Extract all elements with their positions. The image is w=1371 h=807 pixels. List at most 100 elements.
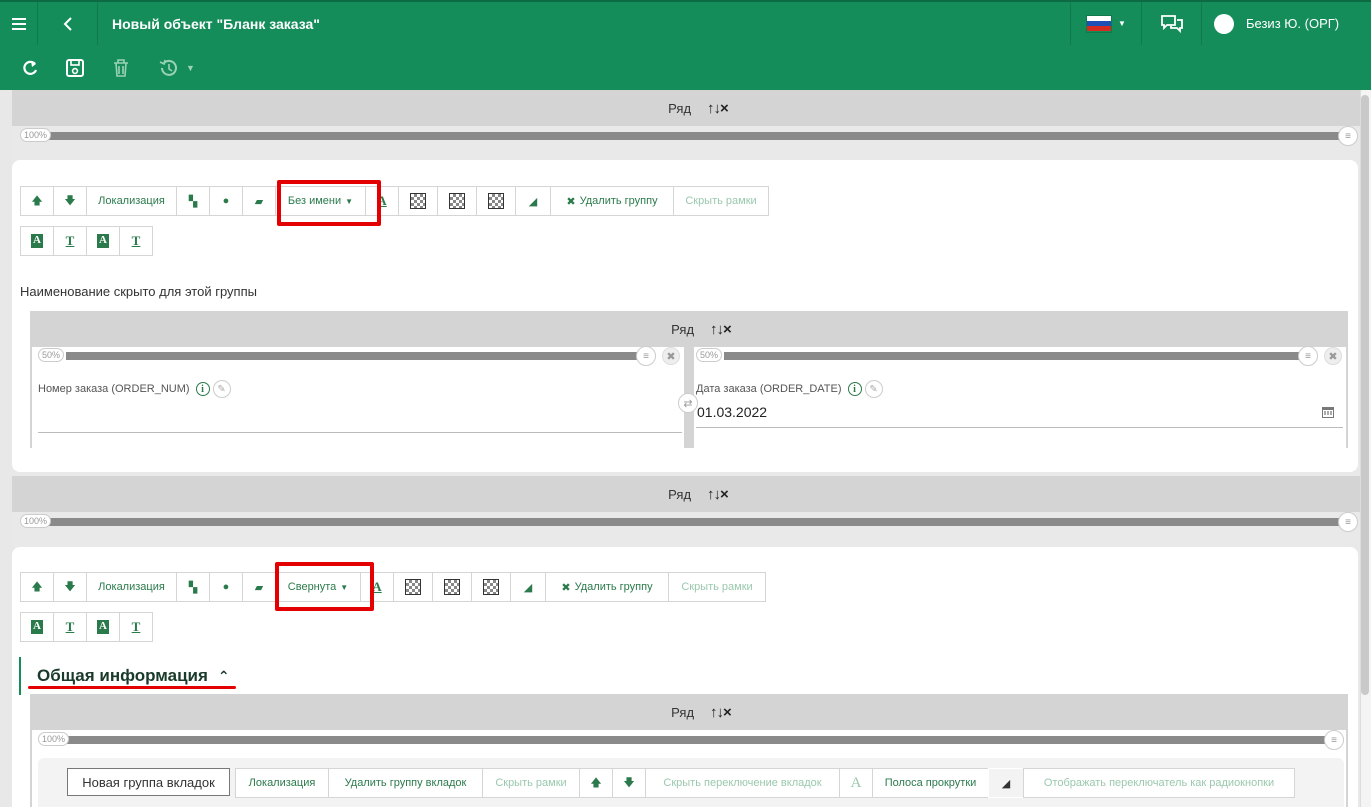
order-date-field[interactable]: Дата заказа (ORDER_DATE) i ✎ (696, 380, 883, 398)
info-icon[interactable]: ● (209, 572, 243, 602)
list-settings-icon[interactable]: ≡ (1338, 126, 1358, 146)
swap-columns-icon[interactable]: ⇄ (678, 393, 698, 413)
row-move-delete-icons[interactable]: ↑↓× (707, 100, 729, 117)
move-up-icon[interactable]: 🡅 (20, 186, 54, 216)
close-icon: ✖ (566, 195, 576, 208)
list-settings-icon[interactable]: ≡ (1298, 346, 1318, 366)
title-bold-box-icon[interactable]: A (20, 612, 54, 642)
user-menu[interactable]: Безиз Ю. (ОРГ) (1202, 2, 1371, 45)
edit-icon[interactable]: ✎ (864, 380, 883, 398)
subtitle-text-icon[interactable]: T (119, 226, 153, 256)
lock-icon[interactable]: ▰ (242, 572, 276, 602)
group-toolbar: 🡅 🡇 Локализация ▚ ● ▰ Свернута ▼ A ◢ ✖ Уда… (20, 572, 766, 602)
binoculars-icon[interactable]: ▚ (176, 572, 210, 602)
remove-column-icon[interactable]: ✖ (662, 347, 680, 365)
border-transparent-icon[interactable] (437, 186, 477, 216)
info-icon[interactable]: i (847, 382, 862, 396)
back-icon[interactable] (38, 2, 98, 45)
chat-icon[interactable] (1142, 2, 1202, 45)
text-format-toolbar: A T A T (20, 226, 153, 256)
order-date-label: Дата заказа (ORDER_DATE) (696, 383, 842, 395)
info-icon[interactable]: i (195, 382, 210, 396)
title-bold-box-icon[interactable]: A (20, 226, 54, 256)
close-icon: ✖ (561, 581, 571, 594)
order-date-value[interactable]: 01.03.2022 (697, 404, 767, 420)
binoculars-icon[interactable]: ▚ (176, 186, 210, 216)
eraser-icon[interactable]: ◢ (510, 572, 546, 602)
delete-tab-group-button[interactable]: Удалить группу вкладок (328, 768, 483, 798)
scroll-thumb[interactable] (1361, 95, 1369, 695)
localization-button[interactable]: Локализация (235, 768, 329, 798)
highlight-underline (28, 686, 236, 689)
menu-icon[interactable] (0, 2, 38, 45)
column-width-slider[interactable]: 100% ≡ (38, 730, 1344, 750)
background-transparent-icon[interactable] (398, 186, 438, 216)
eraser-icon[interactable]: ◢ (515, 186, 551, 216)
width-track[interactable] (724, 352, 1308, 360)
refresh-icon[interactable] (19, 57, 41, 79)
russia-flag-icon (1086, 14, 1113, 33)
edit-icon[interactable]: ✎ (212, 380, 231, 398)
order-num-field[interactable]: Номер заказа (ORDER_NUM) i ✎ (38, 380, 231, 398)
hide-tab-switch-button[interactable]: Скрыть переключение вкладок (645, 768, 840, 798)
subtitle-text-icon[interactable]: T (119, 612, 153, 642)
info-icon[interactable]: ● (209, 186, 243, 216)
move-up-icon[interactable]: 🡅 (579, 768, 613, 798)
radio-switch-button[interactable]: Отображать переключатель как радиокнопки (1023, 768, 1295, 798)
move-up-icon[interactable]: 🡅 (20, 572, 54, 602)
title-text-icon[interactable]: T (53, 612, 87, 642)
new-tab-group-button[interactable]: Новая группа вкладок (67, 768, 230, 796)
localization-button[interactable]: Локализация (86, 572, 177, 602)
order-date-input[interactable] (696, 427, 1343, 428)
move-down-icon[interactable]: 🡇 (612, 768, 646, 798)
remove-column-icon[interactable]: ✖ (1324, 347, 1342, 365)
header-transparent-icon[interactable] (471, 572, 511, 602)
subtitle-bold-box-icon[interactable]: A (86, 226, 120, 256)
row-move-delete-icons[interactable]: ↑↓× (710, 321, 732, 338)
scrollbar-toggle-button[interactable]: Полоса прокрутки (872, 768, 989, 798)
highlight-box (275, 562, 374, 611)
row-label: Ряд (668, 486, 692, 502)
column-width-slider[interactable]: 100% ≡ (20, 512, 1358, 532)
chevron-up-icon[interactable]: ⌃ (218, 668, 230, 685)
list-settings-icon[interactable]: ≡ (636, 346, 656, 366)
width-track[interactable] (66, 352, 646, 360)
hide-borders-button[interactable]: Скрыть рамки (673, 186, 769, 216)
width-track[interactable] (48, 132, 1342, 140)
subtitle-bold-box-icon[interactable]: A (86, 612, 120, 642)
history-icon[interactable]: ▼ (158, 57, 202, 79)
move-down-icon[interactable]: 🡇 (53, 572, 87, 602)
width-track[interactable] (66, 736, 1328, 744)
group-title[interactable]: Общая информация ⌃ (19, 657, 230, 695)
text-color-icon[interactable]: A (839, 768, 873, 798)
list-settings-icon[interactable]: ≡ (1338, 512, 1358, 532)
header-transparent-icon[interactable] (476, 186, 516, 216)
width-percent: 50% (38, 348, 65, 362)
hide-borders-button[interactable]: Скрыть рамки (482, 768, 580, 798)
eraser-icon[interactable]: ◢ (988, 768, 1024, 798)
delete-group-button[interactable]: ✖ Удалить группу (545, 572, 669, 602)
delete-group-label: Удалить группу (574, 581, 653, 593)
delete-icon[interactable] (110, 57, 132, 79)
highlight-box (277, 180, 381, 226)
width-track[interactable] (48, 518, 1342, 526)
column-width-slider[interactable]: 100% ≡ (20, 126, 1358, 146)
delete-group-button[interactable]: ✖ Удалить группу (550, 186, 674, 216)
chevron-down-icon: ▼ (1118, 19, 1126, 28)
column-width-slider[interactable]: 50% ≡ ✖ (38, 346, 682, 366)
save-icon[interactable] (64, 57, 86, 79)
list-settings-icon[interactable]: ≡ (1324, 730, 1344, 750)
row-move-delete-icons[interactable]: ↑↓× (710, 704, 732, 721)
border-transparent-icon[interactable] (432, 572, 472, 602)
lock-icon[interactable]: ▰ (242, 186, 276, 216)
language-selector[interactable]: ▼ (1070, 2, 1142, 45)
localization-button[interactable]: Локализация (86, 186, 177, 216)
row-move-delete-icons[interactable]: ↑↓× (707, 486, 729, 503)
order-num-input[interactable] (38, 432, 682, 433)
hide-borders-button[interactable]: Скрыть рамки (668, 572, 766, 602)
column-width-slider[interactable]: 50% ≡ ✖ (696, 346, 1344, 366)
calendar-icon[interactable] (1321, 405, 1335, 424)
background-transparent-icon[interactable] (393, 572, 433, 602)
move-down-icon[interactable]: 🡇 (53, 186, 87, 216)
title-text-icon[interactable]: T (53, 226, 87, 256)
